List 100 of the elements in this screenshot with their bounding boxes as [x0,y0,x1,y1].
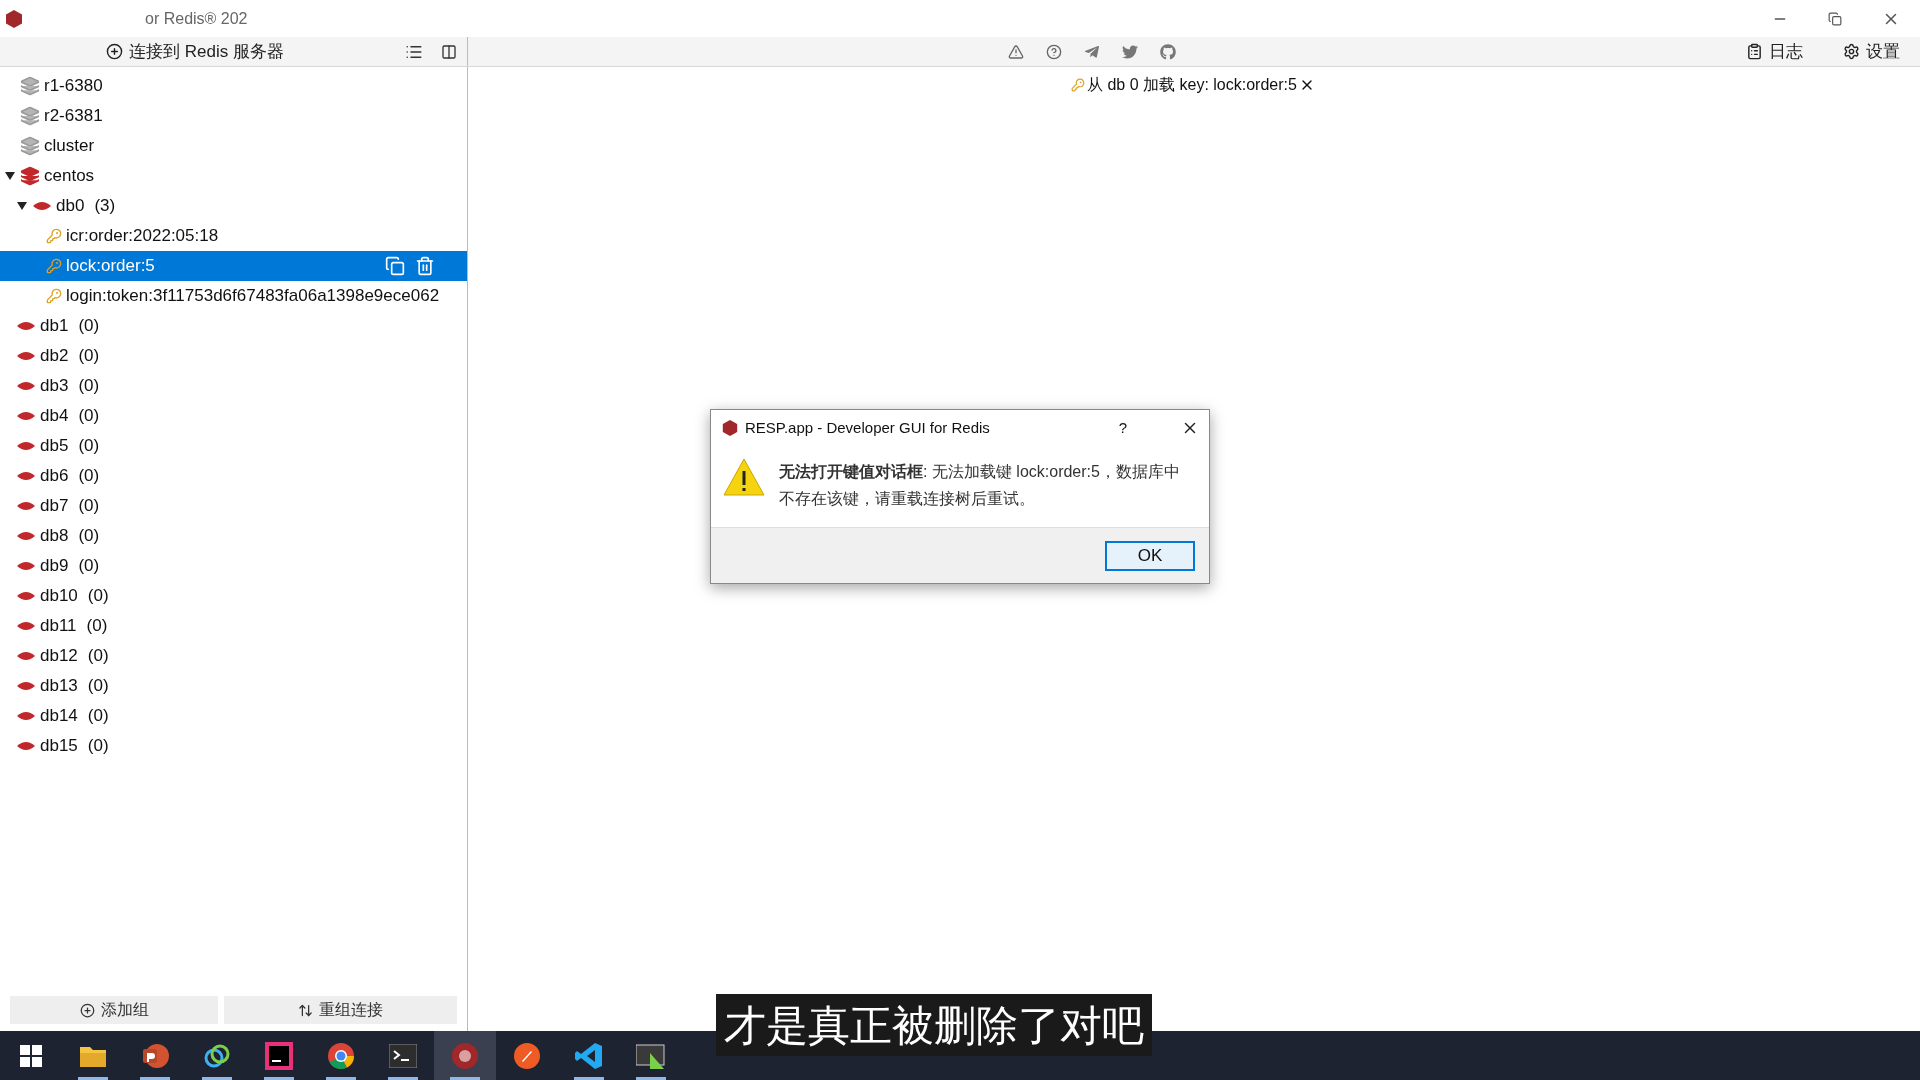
database-name: db14 [40,705,78,728]
key-item[interactable]: login:token:3f11753d6f67483fa06a1398e9ece062 [0,281,467,311]
code-editor-icon[interactable] [575,1041,603,1070]
database-icon [32,200,52,212]
database-name: db4 [40,405,69,428]
key-count: (0) [78,465,100,488]
database-name: db9 [40,555,69,578]
panel-icon[interactable] [441,43,457,60]
database-item[interactable]: db4 (0) [0,401,467,431]
connection-item[interactable]: cluster [0,131,467,161]
windows-icon[interactable] [20,1044,42,1067]
key-icon [46,288,62,304]
database-item[interactable]: db14 (0) [0,701,467,731]
ide-icon[interactable] [265,1041,293,1070]
plus-icon [106,43,123,60]
github-icon[interactable] [1160,43,1176,60]
help-button[interactable]: ? [1118,416,1127,440]
restore-icon[interactable] [1828,11,1842,26]
terminal-icon[interactable] [389,1043,417,1068]
telegram-icon[interactable] [1084,43,1100,60]
connection-item[interactable]: centos [0,161,467,191]
running-indicator [140,1077,170,1080]
tab[interactable]: 从 db 0 加载 key: lock:order:5 [1071,73,1315,97]
slides-icon[interactable] [141,1041,169,1070]
key-count: (0) [87,645,109,668]
database-item[interactable]: db13 (0) [0,671,467,701]
database-item[interactable]: db8 (0) [0,521,467,551]
database-item[interactable]: db15 (0) [0,731,467,761]
running-indicator [636,1077,666,1080]
database-item[interactable]: db9 (0) [0,551,467,581]
add-group-button[interactable]: 添加组 [10,996,218,1024]
database-item[interactable]: db1 (0) [0,311,467,341]
connection-name: r2-6381 [44,105,103,128]
compass-icon[interactable] [513,1041,541,1070]
database-item[interactable]: db12 (0) [0,641,467,671]
key-count: (3) [94,195,116,218]
settings-icon [1843,43,1860,60]
database-name: db11 [40,615,77,638]
key-count: (0) [78,555,100,578]
connect-button[interactable]: 连接到 Redis 服务器 [106,38,284,65]
database-icon [16,320,36,332]
key-count: (0) [78,525,100,548]
settings-button[interactable]: 设置 [1843,38,1900,65]
database-item[interactable]: db0 (3) [0,191,467,221]
running-indicator [450,1077,480,1080]
key-count: (0) [86,615,108,638]
database-icon [16,410,36,422]
running-indicator [574,1077,604,1080]
database-item[interactable]: db6 (0) [0,461,467,491]
database-item[interactable]: db10 (0) [0,581,467,611]
database-icon [16,350,36,362]
copy-icon[interactable] [385,256,405,276]
key-count: (0) [87,705,109,728]
screen-icon[interactable] [636,1042,666,1069]
ok-button[interactable]: OK [1105,540,1195,571]
twitter-icon[interactable] [1122,43,1138,60]
browser-icon[interactable] [327,1041,355,1070]
running-indicator [264,1077,294,1080]
sort-icon [298,1002,313,1018]
database-icon [16,500,36,512]
key-icon [46,258,62,274]
delete-icon[interactable] [415,256,435,276]
warning-icon[interactable] [1008,43,1024,60]
key-count: (0) [78,405,100,428]
expand-arrow-icon[interactable] [4,170,16,182]
database-name: db5 [40,435,69,458]
database-icon [16,470,36,482]
expand-arrow-icon[interactable] [16,200,28,212]
database-item[interactable]: db5 (0) [0,431,467,461]
database-name: db6 [40,465,69,488]
key-count: (0) [78,435,100,458]
database-icon [16,380,36,392]
regroup-button[interactable]: 重组连接 [224,996,457,1024]
log-button[interactable]: 日志 [1746,38,1803,65]
redis-app-icon[interactable] [451,1041,479,1070]
database-icon [16,620,36,632]
database-item[interactable]: db7 (0) [0,491,467,521]
plus-icon [79,1002,95,1018]
database-name: db10 [40,585,78,608]
database-item[interactable]: db11 (0) [0,611,467,641]
key-count: (0) [78,345,100,368]
database-icon [16,590,36,602]
key-name: icr:order:2022:05:18 [66,225,219,248]
app-logo-icon [4,8,24,29]
warning-icon [723,458,765,496]
key-item[interactable]: icr:order:2022:05:18 [0,221,467,251]
connection-item[interactable]: r1-6380 [0,71,467,101]
database-icon [16,740,36,752]
connection-item[interactable]: r2-6381 [0,101,467,131]
key-item[interactable]: lock:order:5 [0,251,467,281]
key-count: (0) [78,315,100,338]
help-icon[interactable] [1046,43,1062,60]
database-name: db13 [40,675,78,698]
running-indicator [388,1077,418,1080]
key-name: login:token:3f11753d6f67483fa06a1398e9ece062 [66,285,440,308]
dialog-title: RESP.app - Developer GUI for Redis [745,417,990,438]
database-item[interactable]: db3 (0) [0,371,467,401]
database-name: db0 [56,195,85,218]
database-item[interactable]: db2 (0) [0,341,467,371]
dialog-message: 无法打开键值对话框: 无法加载键 lock:order:5，数据库中不存在该键，请重载连接树后重试。 [779,462,1181,509]
